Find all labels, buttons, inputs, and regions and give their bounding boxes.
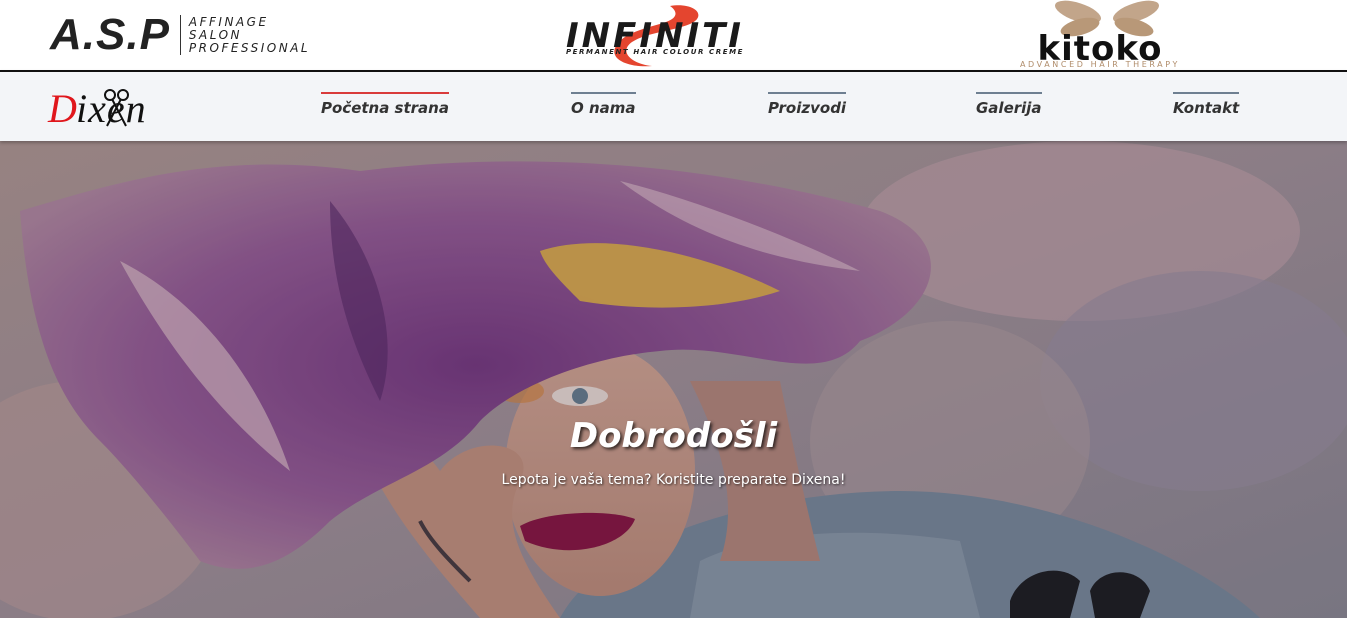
asp-logo[interactable]: A.S.P AFFINAGE SALON PROFESSIONAL bbox=[50, 10, 310, 60]
nav-item-gallery[interactable]: Galerija bbox=[976, 92, 1042, 122]
nav-item-home[interactable]: Početna strana bbox=[321, 92, 449, 122]
asp-logo-line: SALON bbox=[188, 27, 242, 42]
scissors-icon bbox=[104, 89, 129, 127]
hero-overlay bbox=[0, 141, 1347, 618]
asp-logo-mark: A.S.P bbox=[50, 10, 170, 59]
hero-title: Dobrodošli bbox=[569, 416, 778, 456]
infiniti-logo-tagline: PERMANENT HAIR COLOUR CREME bbox=[565, 48, 745, 56]
dixen-logo-initial: D bbox=[48, 86, 77, 131]
nav-item-contact[interactable]: Kontakt bbox=[1173, 92, 1240, 122]
nav-item-products[interactable]: Proizvodi bbox=[768, 92, 847, 122]
hero-subtitle: Lepota je vaša tema? Koristite preparate… bbox=[501, 472, 846, 488]
dixen-logo[interactable]: D ixen bbox=[48, 86, 188, 132]
asp-logo-line: AFFINAGE bbox=[188, 14, 269, 29]
asp-logo-subtitle: AFFINAGE SALON PROFESSIONAL bbox=[188, 14, 311, 55]
main-navbar: D ixen Početna strana O nama Proizvodi G… bbox=[0, 70, 1347, 141]
nav-item-about[interactable]: O nama bbox=[571, 92, 636, 122]
infiniti-logo[interactable]: INFINITI PERMANENT HAIR COLOUR CREME bbox=[520, 2, 790, 68]
asp-logo-line: PROFESSIONAL bbox=[188, 40, 311, 55]
kitoko-logo-tagline: ADVANCED HAIR THERAPY bbox=[1019, 60, 1180, 69]
kitoko-logo[interactable]: kitoko ADVANCED HAIR THERAPY bbox=[968, 0, 1232, 70]
hero-banner: Dobrodošli Lepota je vaša tema? Koristit… bbox=[0, 141, 1347, 618]
brand-logos-strip: A.S.P AFFINAGE SALON PROFESSIONAL INFINI… bbox=[0, 0, 1347, 70]
asp-logo-divider bbox=[179, 15, 181, 55]
